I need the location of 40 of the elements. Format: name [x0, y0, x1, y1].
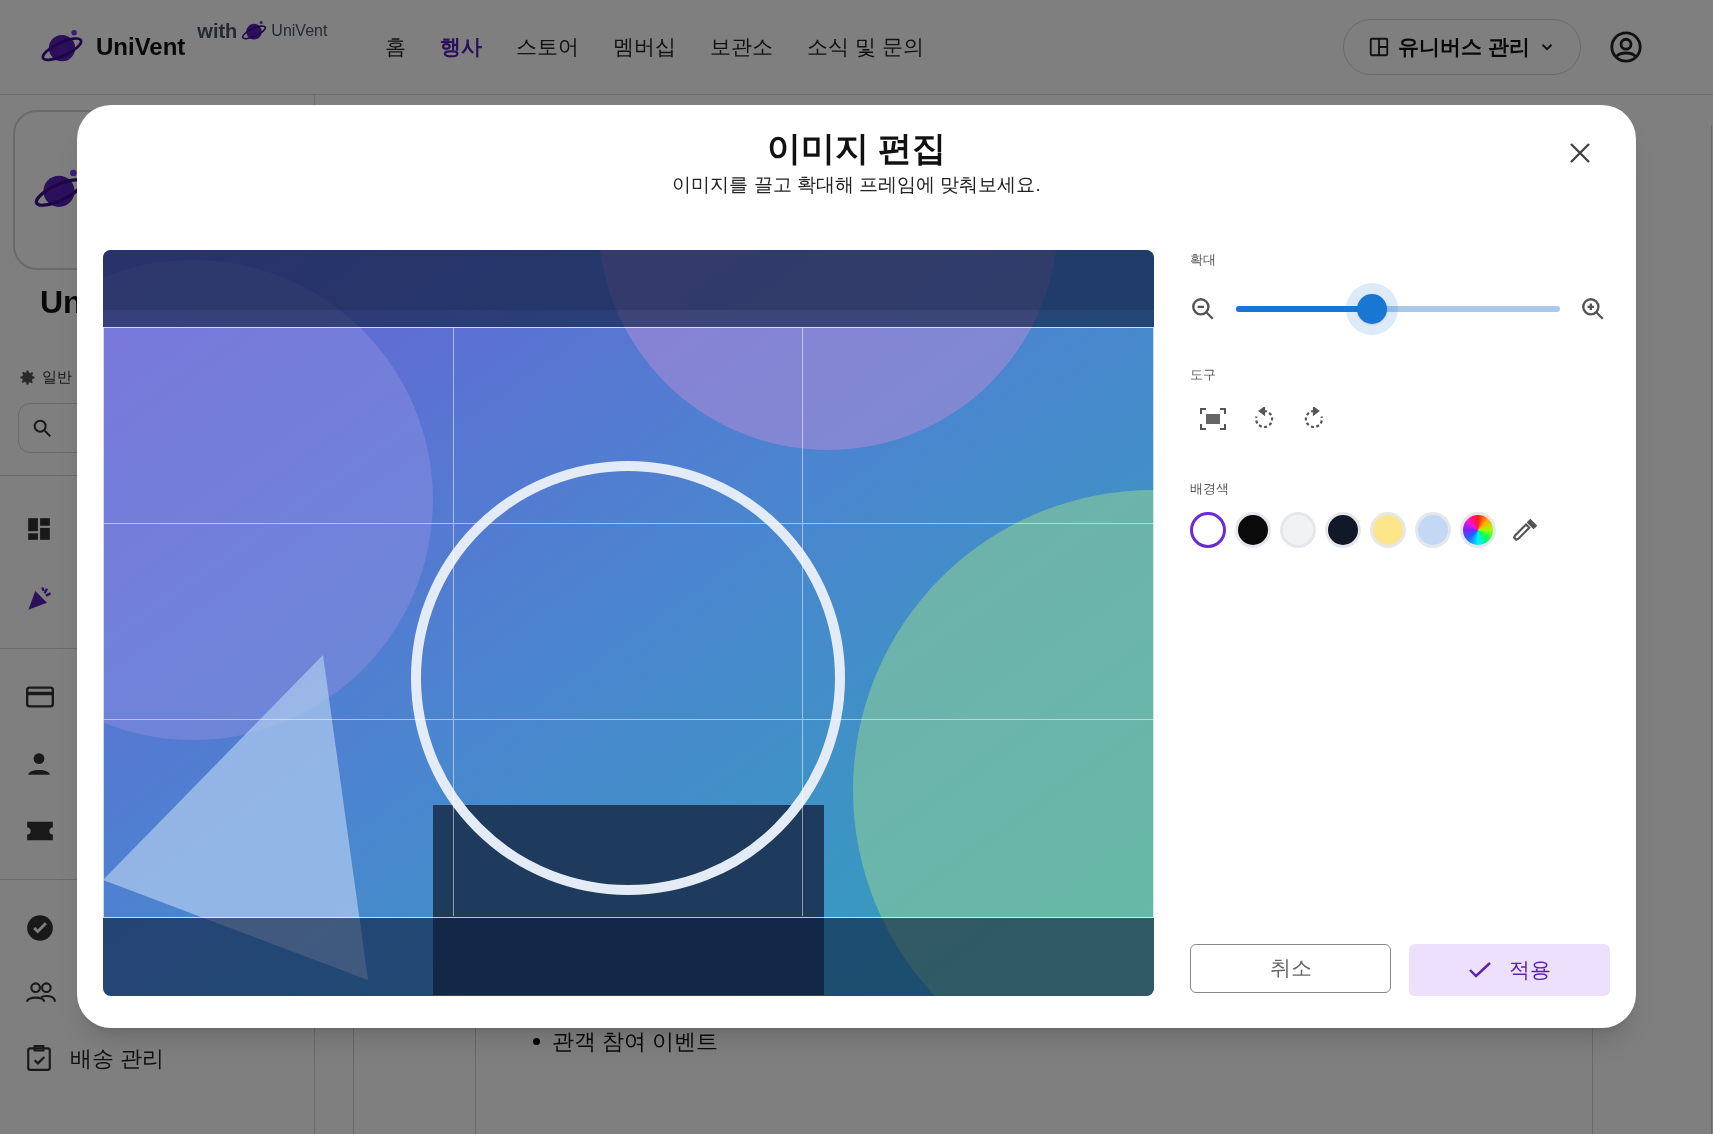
clipboard-check-icon — [26, 1044, 52, 1072]
check-circle-icon[interactable] — [26, 913, 54, 942]
nav-link[interactable]: 보관소 — [710, 31, 774, 63]
crop-frame[interactable] — [103, 326, 1154, 918]
gear-icon — [18, 367, 37, 387]
zoom-in-icon[interactable] — [1580, 296, 1606, 322]
apply-button[interactable]: 적용 — [1409, 943, 1610, 996]
nav-link[interactable]: 스토어 — [516, 31, 580, 63]
background-color-label: 배경색 — [1190, 479, 1230, 498]
dialog-title: 이미지 편집 — [766, 128, 947, 169]
fit-frame-icon[interactable] — [1200, 407, 1226, 430]
nav-link[interactable]: 행사 — [440, 31, 483, 63]
with-text: with — [197, 19, 238, 44]
dialog-subtitle: 이미지를 끌고 확대해 프레임에 맞춰보세요. — [672, 173, 1041, 197]
zoom-label: 확대 — [1190, 250, 1217, 269]
check-icon — [1468, 960, 1491, 979]
layout-icon — [1368, 36, 1391, 58]
section-label: 일반 — [42, 367, 72, 387]
nav-link[interactable]: 홈 — [385, 31, 407, 63]
rotate-left-icon[interactable] — [1252, 406, 1276, 431]
nav-link[interactable]: 소식 및 문의 — [807, 31, 925, 63]
zoom-out-icon[interactable] — [1190, 296, 1216, 322]
people-icon[interactable] — [26, 979, 56, 1004]
tools-label: 도구 — [1190, 366, 1217, 384]
logo-text: UniVent — [96, 32, 186, 62]
zoom-slider-track[interactable] — [1236, 283, 1560, 335]
credit-card-icon[interactable] — [26, 684, 54, 709]
partner-logo-text: UniVent — [271, 21, 328, 41]
color-wheel-button[interactable] — [1460, 512, 1496, 548]
color-swatch[interactable] — [1190, 512, 1226, 548]
cancel-button[interactable]: 취소 — [1190, 943, 1391, 993]
account-icon[interactable] — [1609, 30, 1643, 64]
rotate-right-icon[interactable] — [1302, 406, 1326, 431]
close-icon — [1568, 141, 1592, 165]
dashboard-icon[interactable] — [26, 515, 52, 542]
person-icon[interactable] — [26, 750, 52, 777]
eyedropper-icon[interactable] — [1513, 517, 1539, 543]
bullet-text: 관객 참여 이벤트 — [552, 1028, 719, 1056]
sidebar-item[interactable]: 배송 관리 — [70, 1041, 165, 1075]
nav-link[interactable]: 멤버십 — [613, 31, 677, 63]
